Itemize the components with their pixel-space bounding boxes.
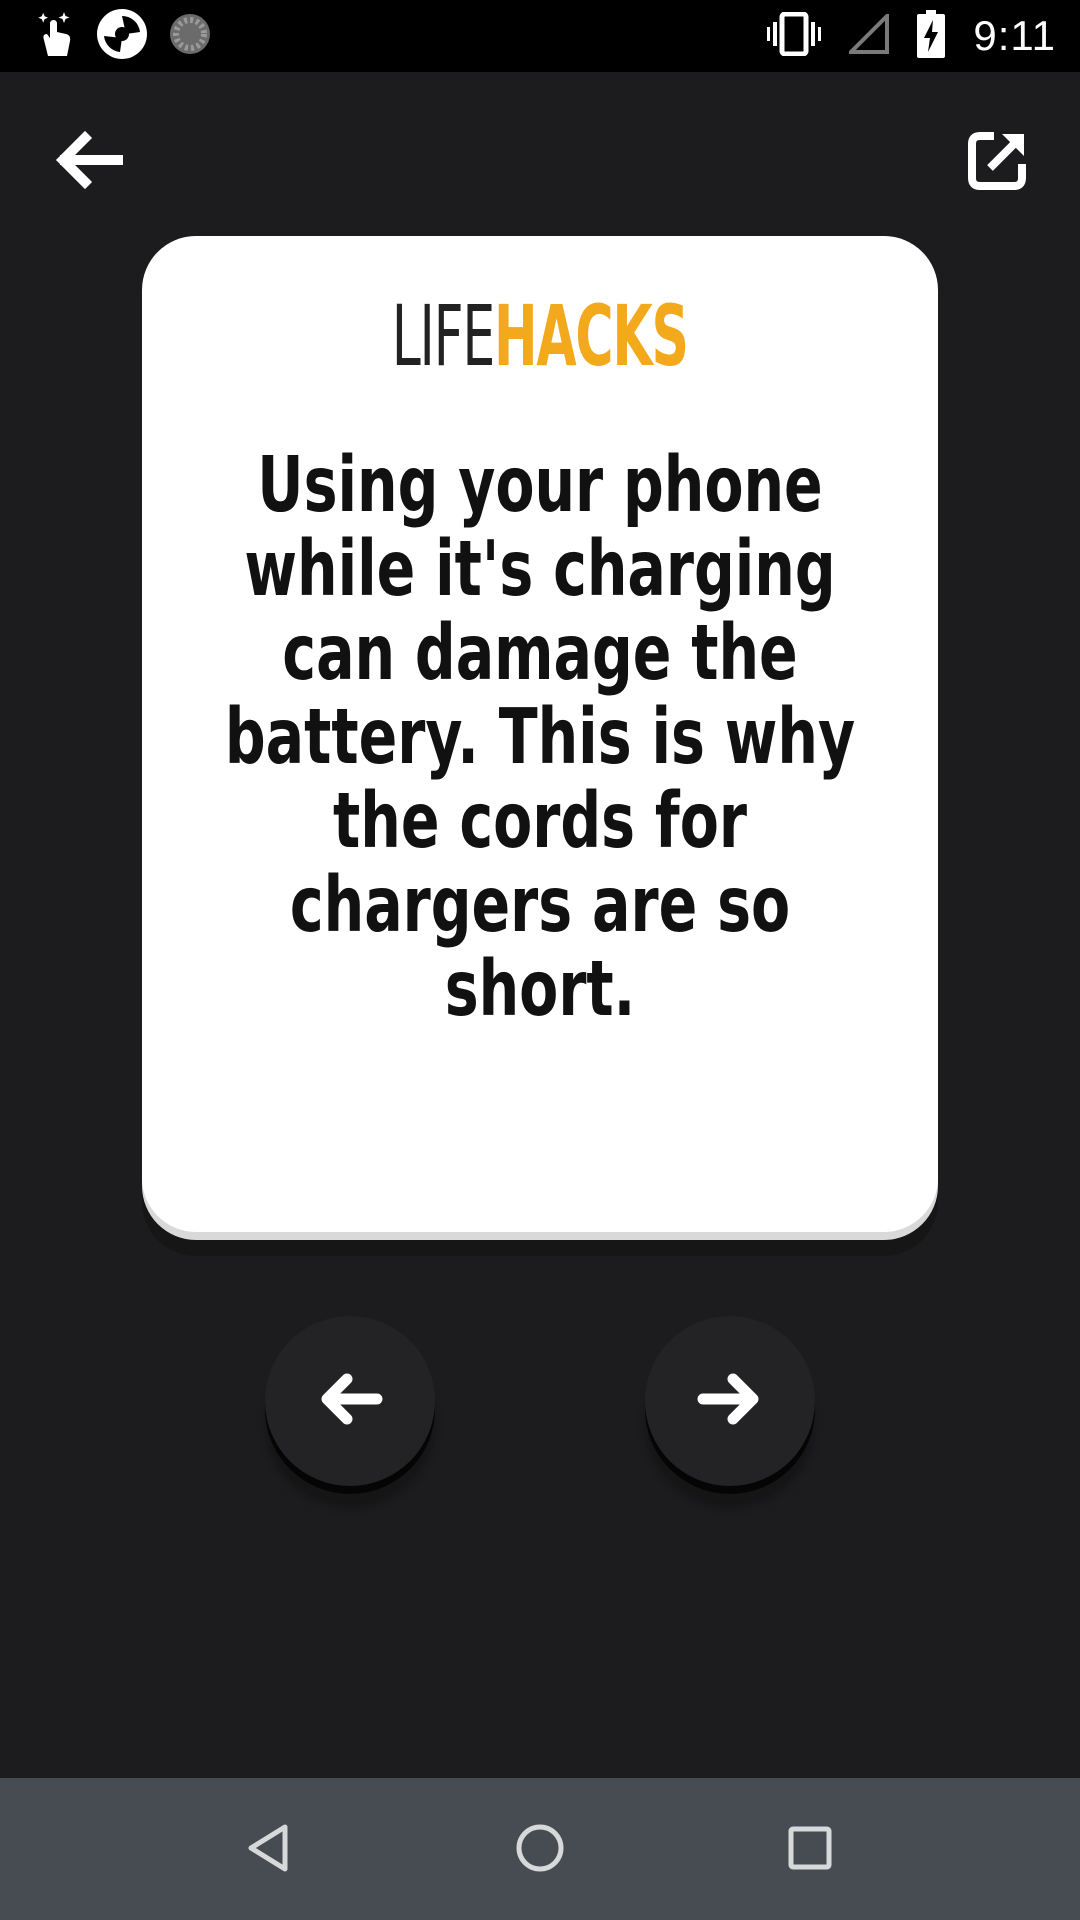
touch-sparkle-icon: [36, 10, 76, 63]
open-external-icon: [968, 130, 1028, 195]
camera-shutter-icon: [96, 8, 148, 65]
status-right-icons: 9:11: [767, 9, 1056, 63]
circle-home-icon: [514, 1822, 566, 1879]
fact-text-container: Using your phone while it's charging can…: [182, 444, 898, 1032]
loading-spinner-icon: [168, 12, 212, 61]
arrow-left-icon: [317, 1371, 383, 1432]
logo-hacks-text: HACKS: [494, 287, 689, 385]
back-button[interactable]: [40, 114, 136, 210]
system-home-button[interactable]: [498, 1808, 582, 1892]
status-bar: 9:11: [0, 0, 1080, 72]
triangle-back-icon: [245, 1823, 295, 1878]
status-left-icons: [36, 8, 212, 65]
fact-card: LIFEHACKS Using your phone while it's ch…: [142, 236, 938, 1232]
system-recents-button[interactable]: [768, 1808, 852, 1892]
previous-button[interactable]: [265, 1316, 435, 1486]
arrow-left-icon: [53, 130, 124, 195]
signal-empty-icon: [846, 10, 890, 59]
logo-life-text: LIFE: [391, 287, 496, 385]
next-button[interactable]: [645, 1316, 815, 1486]
system-back-button[interactable]: [228, 1808, 312, 1892]
square-recents-icon: [787, 1825, 833, 1876]
battery-charging-icon: [917, 9, 946, 63]
vibrate-icon: [767, 11, 822, 61]
arrow-right-icon: [697, 1371, 763, 1432]
app-logo: LIFEHACKS: [142, 287, 938, 385]
status-time: 9:11: [973, 12, 1056, 59]
fact-text: Using your phone while it's charging can…: [224, 441, 856, 1034]
system-nav-bar: [0, 1778, 1080, 1920]
share-button[interactable]: [950, 114, 1046, 210]
